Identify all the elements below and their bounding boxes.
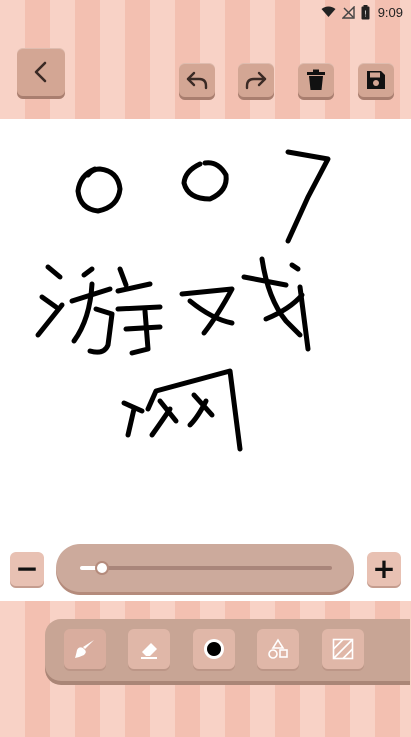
- eraser-icon: [141, 643, 157, 659]
- status-time: 9:09: [377, 4, 403, 20]
- color-tool-button[interactable]: [193, 629, 235, 669]
- brush-size-increase-button[interactable]: +: [367, 552, 401, 586]
- brush-icon: [75, 640, 94, 658]
- undo-button[interactable]: [179, 63, 215, 97]
- back-button[interactable]: [17, 48, 65, 96]
- undo-icon: [186, 71, 208, 90]
- battery-icon: !: [361, 4, 370, 19]
- drawing-strokes: [35, 149, 331, 452]
- shapes-tool-button[interactable]: [257, 629, 299, 669]
- delete-button[interactable]: [298, 63, 334, 97]
- save-icon: [367, 71, 385, 89]
- drawing-canvas[interactable]: [0, 119, 411, 535]
- wifi-icon: [321, 6, 336, 17]
- tool-panel: [45, 619, 410, 681]
- signal-icon: [341, 5, 355, 19]
- arrow-left-icon: [34, 61, 47, 83]
- save-button[interactable]: [358, 63, 394, 97]
- color-dot-icon: [204, 639, 224, 659]
- status-bar: ! 9:09: [0, 0, 411, 24]
- minus-label: −: [15, 552, 39, 585]
- svg-text:!: !: [364, 9, 366, 18]
- brush-size-decrease-button[interactable]: −: [10, 552, 44, 586]
- brush-tool-button[interactable]: [64, 629, 106, 669]
- trash-icon: [307, 69, 325, 90]
- slider-knob[interactable]: [95, 561, 109, 575]
- plus-label: +: [372, 552, 396, 585]
- redo-button[interactable]: [238, 63, 274, 97]
- brush-size-slider[interactable]: [56, 544, 354, 592]
- redo-icon: [245, 71, 267, 90]
- shapes-icon: [268, 638, 288, 659]
- slider-track-line: [80, 566, 332, 570]
- fill-tool-button[interactable]: [322, 629, 364, 669]
- fill-pattern-icon: [332, 638, 354, 660]
- eraser-tool-button[interactable]: [128, 629, 170, 669]
